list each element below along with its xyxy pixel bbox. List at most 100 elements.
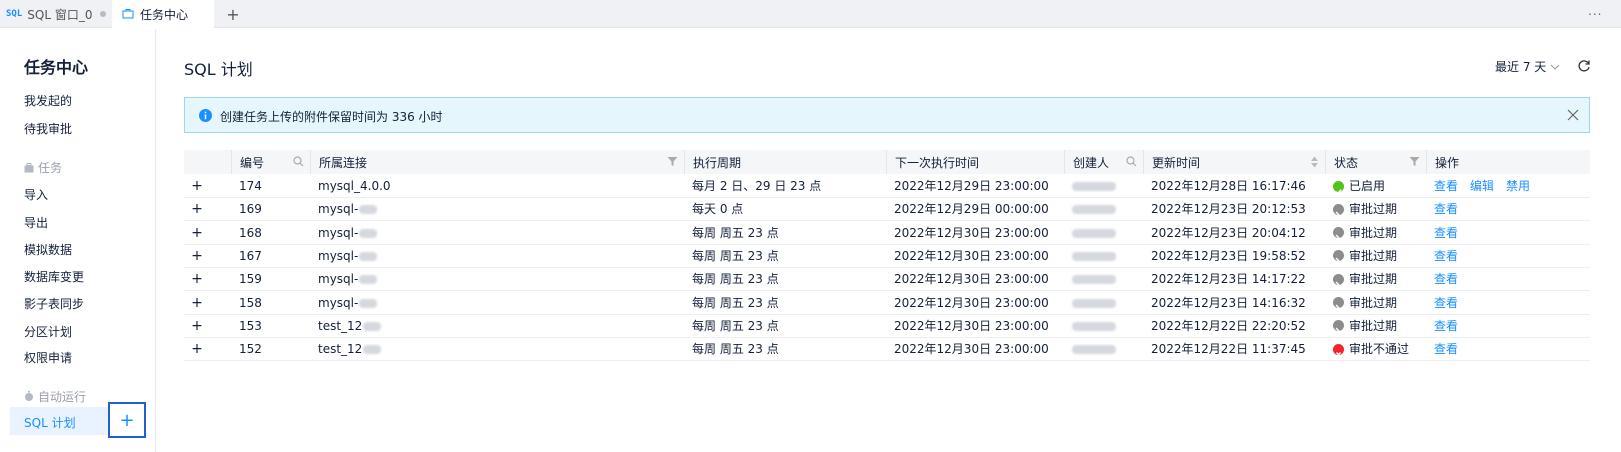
view-link[interactable]: 查看 xyxy=(1434,249,1458,263)
connection-name: mysql- xyxy=(318,295,359,310)
search-icon[interactable] xyxy=(1126,156,1137,167)
view-link[interactable]: 查看 xyxy=(1434,296,1458,310)
sidebar-item-export[interactable]: 导出 xyxy=(24,214,48,231)
cell-creator xyxy=(1072,174,1116,198)
sort-icon[interactable] xyxy=(1310,156,1319,168)
column-header-cycle: 执行周期 xyxy=(684,150,886,174)
view-link[interactable]: 查看 xyxy=(1434,226,1458,240)
cell-creator xyxy=(1072,314,1116,338)
redacted-text xyxy=(359,298,378,308)
sidebar-group-label: 自动运行 xyxy=(38,390,87,404)
briefcase-icon xyxy=(122,9,134,19)
disable-link[interactable]: 禁用 xyxy=(1506,179,1530,193)
time-range-select[interactable]: 最近 7 天 xyxy=(1495,58,1560,75)
cell-creator xyxy=(1072,291,1116,315)
sidebar-item-pending-approval[interactable]: 待我审批 xyxy=(24,120,72,137)
view-link[interactable]: 查看 xyxy=(1434,342,1458,356)
cell-next-run: 2022年12月29日 00:00:00 xyxy=(894,202,1049,217)
cell-id: 169 xyxy=(239,202,262,217)
expand-row-button[interactable]: + xyxy=(189,178,205,194)
page-title: SQL 计划 xyxy=(184,60,253,79)
cell-updated: 2022年12月28日 16:17:46 xyxy=(1151,179,1306,193)
column-header-connection: 所属连接 xyxy=(310,150,684,174)
connection-name: test_12 xyxy=(318,318,363,333)
cell-actions: 查看 编辑 禁用 xyxy=(1434,174,1542,198)
sidebar-item-db-change[interactable]: 数据库变更 xyxy=(24,268,84,285)
table-row: +169 mysql- 每天 0 点 2022年12月29日 00:00:00 2022… xyxy=(184,197,1590,222)
cell-id: 159 xyxy=(239,272,262,287)
chevron-down-icon xyxy=(1550,64,1560,70)
expand-row-button[interactable]: + xyxy=(189,225,205,241)
cell-updated: 2022年12月22日 11:37:45 xyxy=(1151,342,1306,357)
sidebar-item-shadow-sync[interactable]: 影子表同步 xyxy=(24,295,84,312)
redacted-creator xyxy=(1072,182,1116,191)
close-icon[interactable] xyxy=(1567,109,1579,121)
sidebar-item-import[interactable]: 导入 xyxy=(24,186,48,203)
expand-row-button[interactable]: + xyxy=(189,341,205,357)
cell-updated: 2022年12月23日 14:16:32 xyxy=(1151,295,1306,310)
cell-connection: mysql_4.0.0 xyxy=(318,174,391,198)
status-label: 审批过期 xyxy=(1349,225,1398,240)
sidebar-item-partition-plan[interactable]: 分区计划 xyxy=(24,323,72,340)
cell-cycle: 每周 周五 23 点 xyxy=(692,225,779,240)
search-icon[interactable] xyxy=(293,156,304,167)
view-link[interactable]: 查看 xyxy=(1434,179,1458,193)
tab-label: SQL 窗口_0 xyxy=(27,7,93,22)
column-header-creator: 创建人 xyxy=(1064,150,1143,174)
cell-status: 审批不通过 xyxy=(1333,337,1409,361)
cell-creator xyxy=(1072,244,1116,268)
expand-row-button[interactable]: + xyxy=(189,201,205,217)
filter-icon[interactable] xyxy=(1409,156,1420,167)
expand-row-button[interactable]: + xyxy=(189,318,205,334)
redacted-creator xyxy=(1072,275,1116,285)
table-row: +159 mysql- 每周 周五 23 点 2022年12月30日 23:00:00… xyxy=(184,267,1590,292)
view-link[interactable]: 查看 xyxy=(1434,202,1458,216)
tab-sql-window[interactable]: SQL SQL 窗口_0 xyxy=(0,0,112,28)
close-circle-icon xyxy=(1333,343,1344,357)
cell-status: 审批过期 xyxy=(1333,244,1397,268)
connection-name: mysql_4.0.0 xyxy=(318,179,391,193)
column-header-label: 创建人 xyxy=(1073,155,1110,170)
connection-name: mysql- xyxy=(318,272,359,287)
redacted-creator xyxy=(1072,298,1116,308)
cell-actions: 查看 xyxy=(1434,314,1470,338)
cell-id: 158 xyxy=(239,295,262,310)
column-header-id: 编号 xyxy=(231,150,310,174)
column-header-next-run: 下一次执行时间 xyxy=(886,150,1064,174)
edit-link[interactable]: 编辑 xyxy=(1470,179,1494,193)
sidebar-item-my-initiated[interactable]: 我发起的 xyxy=(24,92,72,109)
cell-status: 审批过期 xyxy=(1333,197,1397,221)
cell-actions: 查看 xyxy=(1434,197,1470,221)
expand-row-button[interactable]: + xyxy=(189,271,205,287)
view-link[interactable]: 查看 xyxy=(1434,272,1458,286)
expand-row-button[interactable]: + xyxy=(189,248,205,264)
column-header-label: 下一次执行时间 xyxy=(895,155,980,170)
tab-task-center[interactable]: 任务中心 xyxy=(112,0,214,28)
sidebar-item-permission-request[interactable]: 权限申请 xyxy=(24,349,72,366)
sidebar-item-mock-data[interactable]: 模拟数据 xyxy=(24,241,72,258)
expand-row-button[interactable]: + xyxy=(189,295,205,311)
add-sql-plan-button[interactable]: + xyxy=(108,402,146,438)
cell-cycle: 每月 2 日、29 日 23 点 xyxy=(692,179,822,193)
filter-icon[interactable] xyxy=(667,156,678,167)
cell-creator xyxy=(1072,221,1116,245)
add-tab-button[interactable]: + xyxy=(222,3,244,25)
cell-next-run: 2022年12月30日 23:00:00 xyxy=(894,225,1049,240)
sidebar-item-label: SQL 计划 xyxy=(24,416,76,430)
cell-next-run: 2022年12月30日 23:00:00 xyxy=(894,342,1049,357)
sidebar-item-sql-plan[interactable]: SQL 计划 + xyxy=(10,402,146,438)
redacted-creator xyxy=(1072,205,1116,215)
more-menu-button[interactable]: ... xyxy=(1588,4,1602,18)
cell-id: 168 xyxy=(239,225,262,240)
cell-id: 167 xyxy=(239,248,262,263)
view-link[interactable]: 查看 xyxy=(1434,319,1458,333)
cell-updated: 2022年12月23日 20:04:12 xyxy=(1151,225,1306,240)
sidebar-group-label: 任务 xyxy=(38,161,63,175)
connection-name: mysql- xyxy=(318,248,359,263)
table-row: +158 mysql- 每周 周五 23 点 2022年12月30日 23:00:00… xyxy=(184,291,1590,315)
sidebar: 任务中心 我发起的 待我审批 任务 导入 导出 模拟数据 数据库变更 影子表同步… xyxy=(0,29,156,452)
refresh-icon[interactable] xyxy=(1577,59,1591,73)
cell-cycle: 每周 周五 23 点 xyxy=(692,342,779,357)
cell-next-run: 2022年12月30日 23:00:00 xyxy=(894,295,1049,310)
cell-actions: 查看 xyxy=(1434,221,1470,245)
